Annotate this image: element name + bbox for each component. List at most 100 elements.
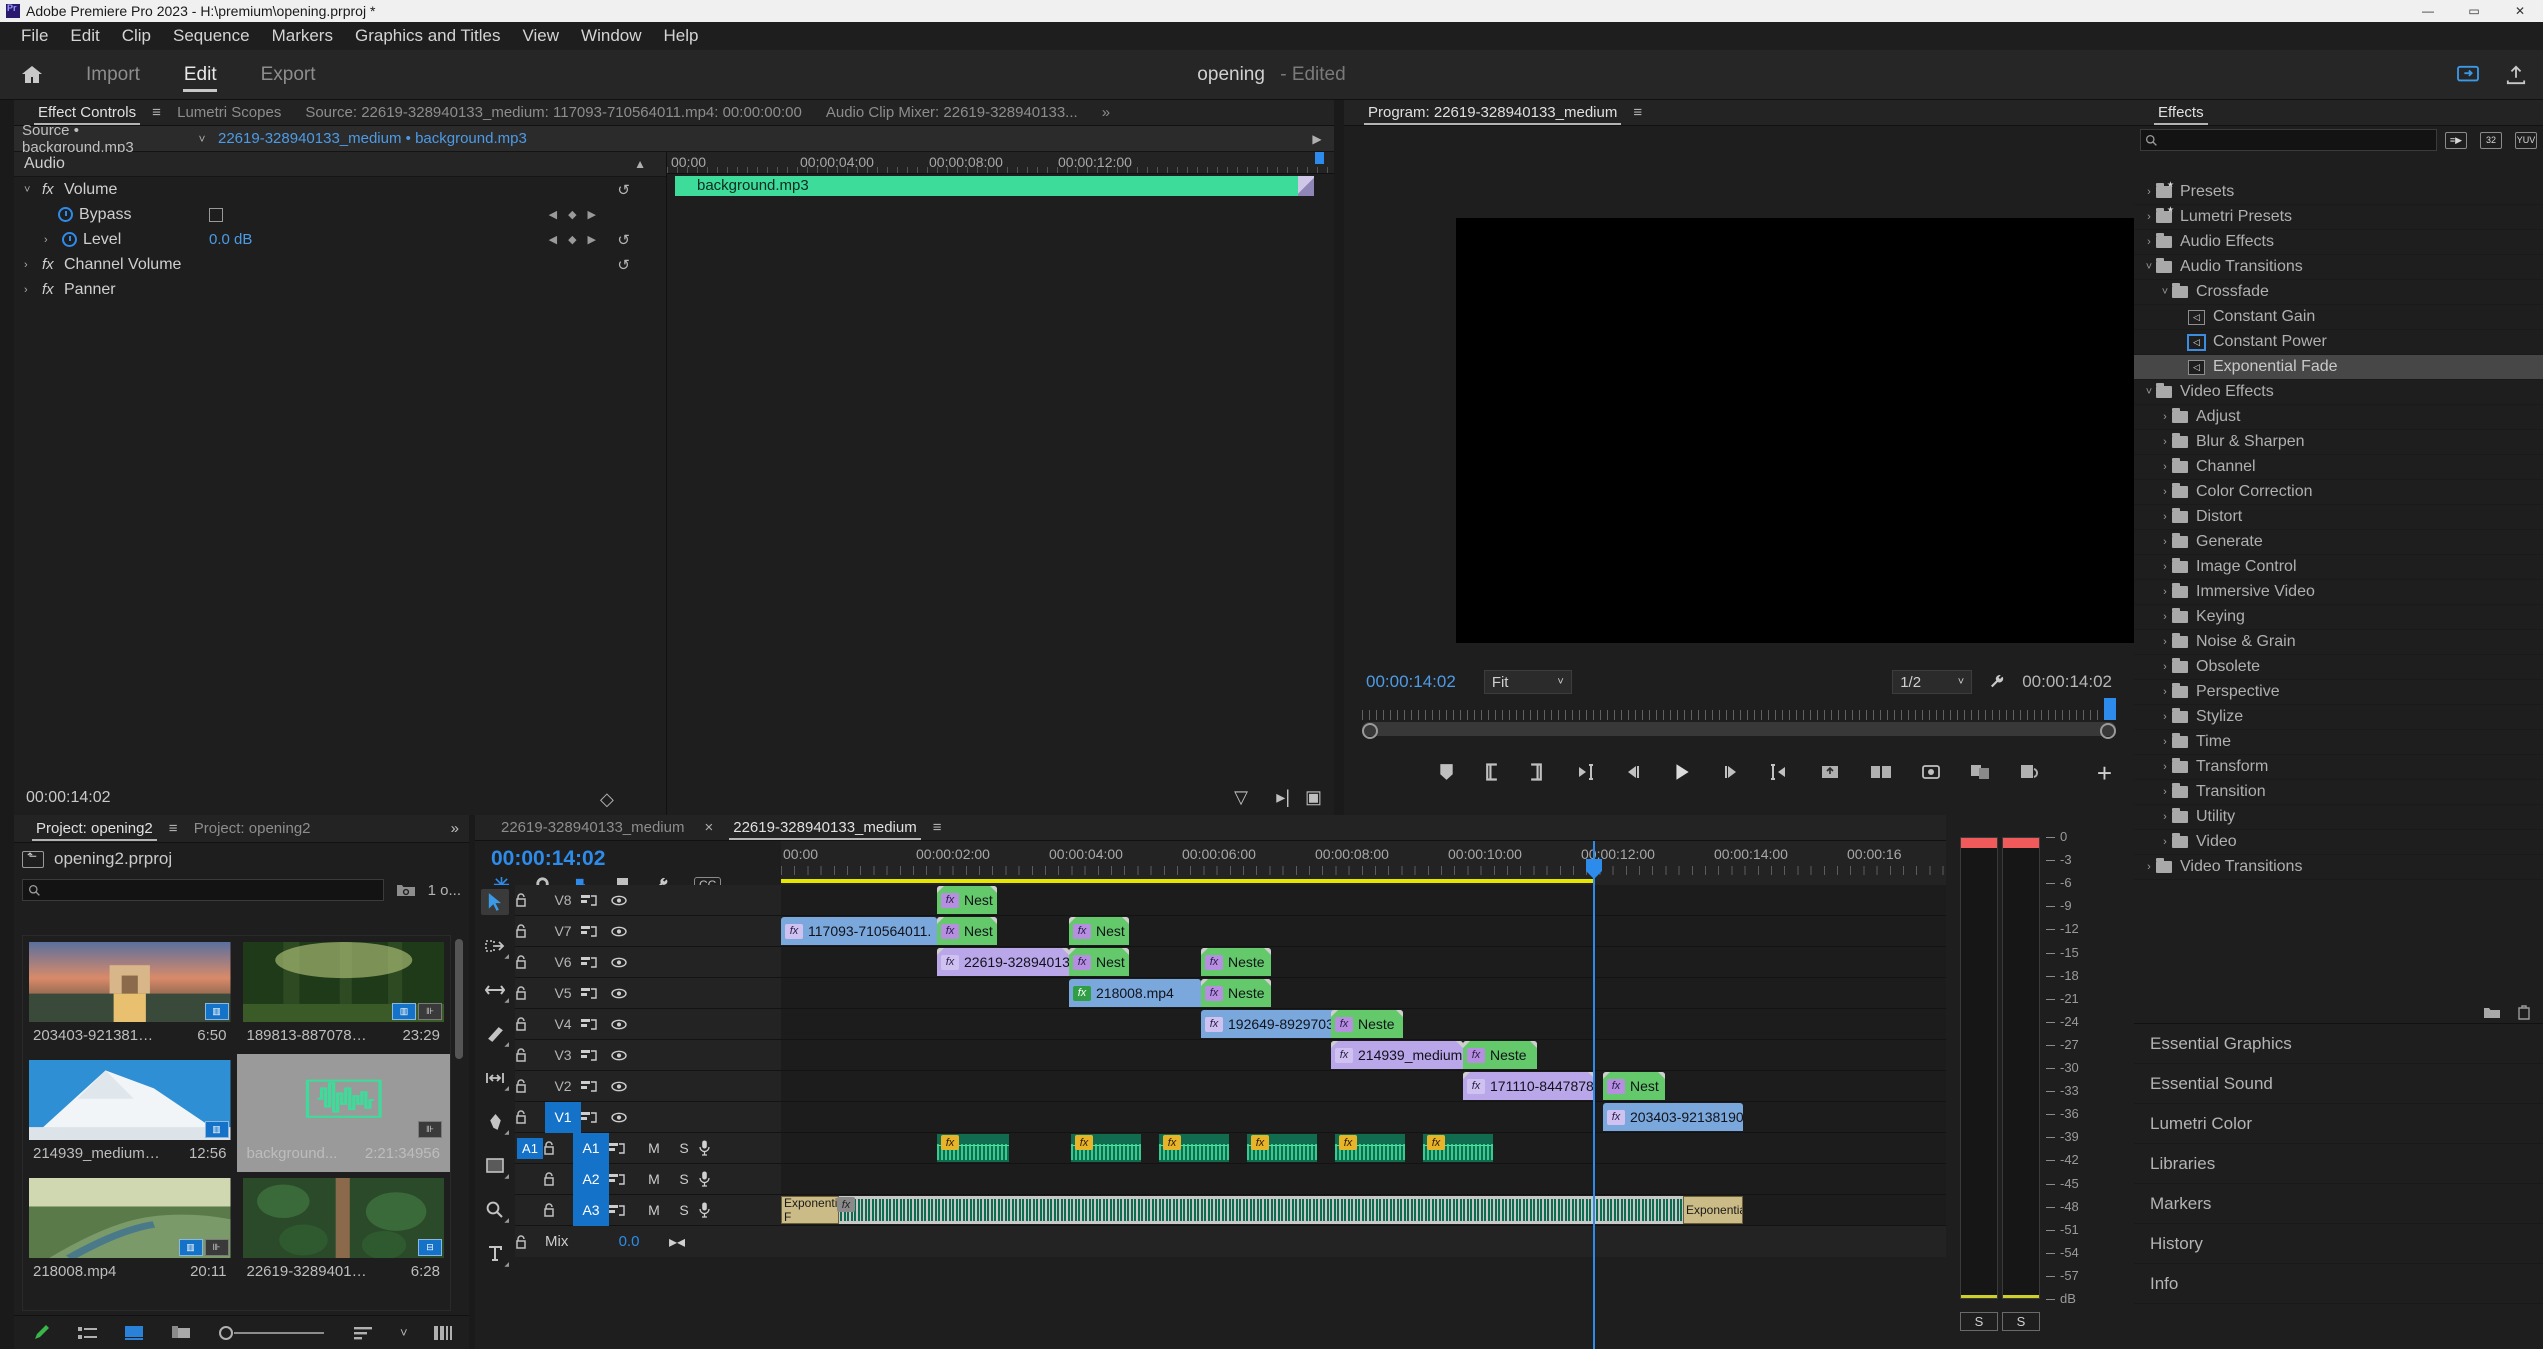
effect-row-panner[interactable]: › fx Panner	[14, 277, 666, 302]
stopwatch-icon[interactable]	[58, 207, 73, 222]
menu-clip[interactable]: Clip	[111, 23, 162, 49]
yuv-icon[interactable]: YUV	[2515, 131, 2537, 149]
lock-icon[interactable]	[543, 1172, 573, 1186]
timeline-clip[interactable]: fx 203403-921381908	[1603, 1103, 1743, 1131]
timeline-playhead-timecode[interactable]: 00:00:14:02	[475, 841, 781, 871]
program-monitor-ruler[interactable]	[1362, 702, 2116, 720]
track-name-V3[interactable]: V3	[545, 1047, 581, 1063]
timeline-clip[interactable]: fx Neste	[1463, 1041, 1537, 1069]
rectangle-tool[interactable]	[481, 1153, 509, 1180]
track-lane-V2[interactable]: fx 171110-844787885 fx Nest	[781, 1071, 2134, 1101]
chevron-down-icon[interactable]: ˅	[24, 184, 42, 196]
solo-button-left[interactable]: S	[1960, 1312, 1998, 1331]
collapse-caret-icon[interactable]: ▲	[634, 157, 646, 171]
effects-tree-item-audio-effects[interactable]: › Audio Effects	[2134, 230, 2543, 255]
tab-effects[interactable]: Effects	[2146, 100, 2216, 126]
program-current-timecode[interactable]: 00:00:14:02	[1366, 672, 1456, 692]
effects-tree-item-perspective[interactable]: › Perspective	[2134, 680, 2543, 705]
go-to-out-icon[interactable]	[1770, 763, 1790, 781]
effects-tree-item-distort[interactable]: › Distort	[2134, 505, 2543, 530]
list-view-icon[interactable]	[78, 1326, 98, 1340]
chevron-right-icon[interactable]: ›	[2158, 786, 2172, 798]
track-lane-A3[interactable]: Exponential F Exponential fx	[781, 1195, 2134, 1225]
chevron-right-icon[interactable]: ›	[24, 284, 42, 296]
menu-window[interactable]: Window	[570, 23, 652, 49]
effects-tree-item-immersive-video[interactable]: › Immersive Video	[2134, 580, 2543, 605]
effects-tree-item-utility[interactable]: › Utility	[2134, 805, 2543, 830]
audio-clip[interactable]: fx	[1423, 1134, 1493, 1162]
screen-share-icon[interactable]	[2457, 65, 2479, 85]
mix-value[interactable]: 0.0	[589, 1233, 669, 1250]
track-name-A3[interactable]: A3	[573, 1194, 609, 1226]
program-monitor-video[interactable]	[1456, 218, 2216, 643]
effects-tree-item-constant-power[interactable]: ◁ Constant Power	[2134, 330, 2543, 355]
playback-resolution-select[interactable]: 1/2 ˅	[1892, 670, 1973, 694]
target-track-icon[interactable]	[581, 1018, 611, 1031]
chevron-right-icon[interactable]: ›	[2158, 511, 2172, 523]
panel-item-lumetri-color[interactable]: Lumetri Color	[2134, 1104, 2543, 1144]
effects-tree-item-lumetri-presets[interactable]: › Lumetri Presets	[2134, 205, 2543, 230]
chevron-right-icon[interactable]: ›	[2158, 536, 2172, 548]
effects-tree-item-channel[interactable]: › Channel	[2134, 455, 2543, 480]
mute-button-A2[interactable]: M	[639, 1171, 669, 1187]
play-arrow-icon[interactable]: ▶	[1300, 132, 1334, 146]
columns-icon[interactable]	[433, 1325, 454, 1340]
filter-icon[interactable]: ▽	[1234, 787, 1248, 808]
effects-tree-item-exponential-fade[interactable]: ◁ Exponential Fade	[2134, 355, 2543, 380]
panel-menu-icon[interactable]: ≡	[933, 819, 946, 836]
audio-clip[interactable]: fx	[1247, 1134, 1317, 1162]
tab-project-opening2-secondary[interactable]: Project: opening2	[182, 816, 323, 842]
param-value-level[interactable]: 0.0 dB	[209, 231, 252, 248]
effects-tree-item-crossfade[interactable]: ˅ Crossfade	[2134, 280, 2543, 305]
target-track-icon[interactable]	[581, 925, 611, 938]
solo-button-A2[interactable]: S	[669, 1171, 699, 1187]
effects-tree-item-obsolete[interactable]: › Obsolete	[2134, 655, 2543, 680]
bypass-checkbox[interactable]	[209, 207, 223, 222]
mute-button-A3[interactable]: M	[639, 1202, 669, 1218]
effects-search-input[interactable]	[2140, 129, 2437, 151]
audio-transition-exponential-fade[interactable]: Exponential	[1683, 1196, 1743, 1224]
delete-icon[interactable]	[2517, 1004, 2531, 1020]
find-bin-icon[interactable]	[396, 882, 416, 898]
lock-icon[interactable]	[515, 986, 545, 1000]
track-select-forward-tool[interactable]	[481, 933, 509, 960]
solo-button-A1[interactable]: S	[669, 1140, 699, 1156]
next-keyframe-icon[interactable]: ▶	[588, 208, 596, 221]
lock-icon[interactable]	[515, 1017, 545, 1031]
project-item[interactable]: ⊪ background... 2:21:34956	[236, 1054, 450, 1172]
effects-tree-item-video[interactable]: › Video	[2134, 830, 2543, 855]
timeline-clip[interactable]: fx 214939_medium.	[1331, 1041, 1463, 1069]
lock-icon[interactable]	[515, 1110, 545, 1124]
effects-tree-item-image-control[interactable]: › Image Control	[2134, 555, 2543, 580]
pen-tool[interactable]	[481, 1109, 509, 1136]
effects-tree-item-color-correction[interactable]: › Color Correction	[2134, 480, 2543, 505]
param-row-level[interactable]: › Level 0.0 dB ◀ ◆ ▶ ↺	[14, 227, 666, 252]
audio-clip[interactable]: fx	[1071, 1134, 1141, 1162]
effect-controls-clip[interactable]: background.mp3	[675, 176, 1314, 196]
chevron-right-icon[interactable]: ›	[2142, 861, 2156, 873]
tab-edit[interactable]: Edit	[162, 50, 239, 100]
track-visibility-icon[interactable]	[611, 926, 641, 937]
mic-icon[interactable]	[699, 1140, 729, 1156]
chevron-down-icon[interactable]: ˅	[400, 1325, 408, 1340]
project-item[interactable]: ▥ 214939_medium.... 12:56	[23, 1054, 237, 1172]
step-back-icon[interactable]	[1624, 763, 1642, 781]
extract-icon[interactable]	[1870, 763, 1892, 781]
new-custom-bin-icon[interactable]	[2483, 1005, 2501, 1019]
timeline-tab-2[interactable]: 22619-328940133_medium	[721, 815, 928, 841]
chevron-right-icon[interactable]: ›	[2158, 636, 2172, 648]
timeline-clip[interactable]: fx 192649-892970391	[1201, 1010, 1337, 1038]
track-visibility-icon[interactable]	[611, 988, 641, 999]
freeform-view-icon[interactable]	[170, 1325, 192, 1341]
track-visibility-icon[interactable]	[611, 1019, 641, 1030]
track-name-V1[interactable]: V1	[545, 1101, 581, 1133]
track-lane-V4[interactable]: fx192649-892970391fxNeste	[781, 1009, 2134, 1039]
effects-tree-item-transform[interactable]: › Transform	[2134, 755, 2543, 780]
menu-file[interactable]: File	[10, 23, 59, 49]
track-visibility-icon[interactable]	[611, 957, 641, 968]
audio-clip[interactable]: fx	[1159, 1134, 1229, 1162]
mute-button-A1[interactable]: M	[639, 1140, 669, 1156]
lock-icon[interactable]	[515, 893, 545, 907]
ec-tab-2[interactable]: Source: 22619-328940133_medium: 117093-7…	[293, 100, 814, 126]
chevron-right-icon[interactable]: ›	[2158, 811, 2172, 823]
